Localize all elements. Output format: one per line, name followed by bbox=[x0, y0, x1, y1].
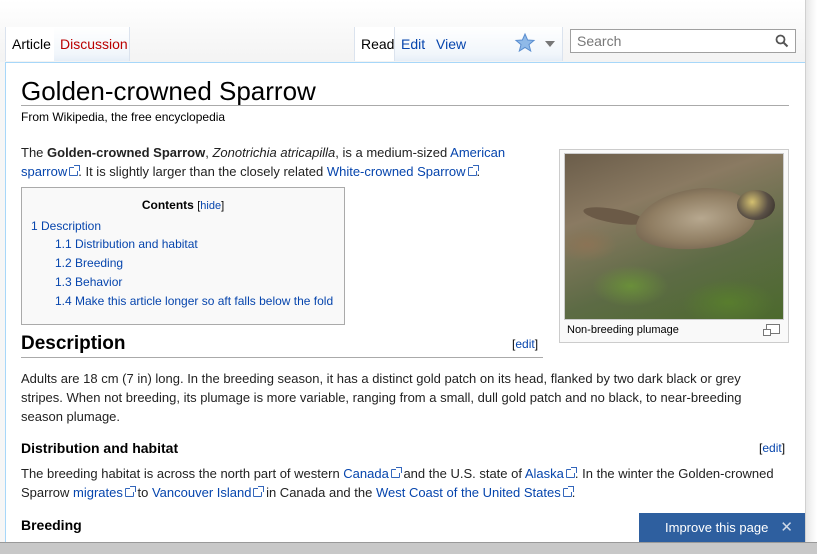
section-heading-distribution: Distribution and habitat bbox=[21, 440, 179, 456]
chevron-down-icon bbox=[545, 41, 555, 47]
edit-bracket: ] bbox=[534, 337, 539, 351]
thumb-caption: Non-breeding plumage bbox=[567, 324, 679, 336]
improve-page-label: Improve this page bbox=[665, 520, 769, 535]
toc-hide-link[interactable]: hide bbox=[200, 200, 221, 212]
status-bar bbox=[0, 542, 817, 554]
tab-read-label: Read bbox=[361, 36, 395, 52]
edit-description: [edit] bbox=[512, 337, 538, 351]
external-link-icon bbox=[565, 467, 577, 478]
search-input[interactable]: Search bbox=[570, 29, 796, 53]
description-text: stripes. When not breeding, its plumage … bbox=[21, 390, 742, 405]
distribution-text: . In the winter the Golden-crowned bbox=[574, 466, 774, 481]
link-canada[interactable]: Canada bbox=[343, 466, 389, 481]
link-alaska[interactable]: Alaska bbox=[525, 466, 564, 481]
bird-head bbox=[737, 190, 775, 220]
scrollbar[interactable] bbox=[805, 0, 817, 554]
distribution-paragraph: The breeding habitat is across the north… bbox=[21, 464, 805, 502]
tab-read[interactable]: Read bbox=[354, 27, 395, 61]
tab-discussion[interactable]: Discussion bbox=[54, 27, 130, 61]
toc-item-description[interactable]: 1 Description bbox=[31, 219, 101, 233]
tab-edit[interactable]: Edit bbox=[395, 27, 431, 61]
toc-item-behavior[interactable]: 1.3 Behavior bbox=[55, 275, 122, 289]
external-link-icon bbox=[467, 165, 479, 176]
toc-item-longer[interactable]: 1.4 Make this article longer so aft fall… bbox=[55, 294, 333, 308]
toc-item-distribution[interactable]: 1.1 Distribution and habitat bbox=[55, 237, 198, 251]
section-heading-description: Description bbox=[21, 333, 126, 354]
article-content: Golden-crowned Sparrow From Wikipedia, t… bbox=[5, 62, 805, 554]
description-paragraph: Adults are 18 cm (7 in) long. In the bre… bbox=[21, 369, 801, 426]
intro-text: . It is slightly larger than the closely… bbox=[78, 164, 327, 179]
section-divider bbox=[21, 357, 543, 358]
external-link-icon bbox=[562, 486, 574, 497]
intro-text: The bbox=[21, 145, 48, 160]
link-west-coast[interactable]: West Coast of the United States bbox=[376, 485, 561, 500]
external-link-icon bbox=[390, 467, 402, 478]
tab-view-history[interactable]: View history bbox=[430, 27, 513, 86]
toc-title: Contents [hide] bbox=[22, 198, 344, 212]
external-link-icon bbox=[253, 486, 265, 497]
thumbnail: Non-breeding plumage bbox=[559, 149, 789, 343]
tab-article-label: Article bbox=[12, 36, 51, 52]
external-link-icon bbox=[124, 486, 136, 497]
title-divider bbox=[21, 105, 789, 106]
tagline: From Wikipedia, the free encyclopedia bbox=[21, 110, 226, 124]
edit-bracket: ] bbox=[781, 441, 786, 455]
star-icon bbox=[514, 32, 536, 53]
section-heading-breeding: Breeding bbox=[21, 517, 82, 533]
distribution-text: The breeding habitat is across the north… bbox=[21, 466, 344, 481]
external-link-icon bbox=[69, 165, 81, 176]
description-text: season plumage. bbox=[21, 409, 121, 424]
table-of-contents: Contents [hide] 1 Description 1.1 Distri… bbox=[21, 187, 345, 325]
tab-article[interactable]: Article bbox=[5, 27, 55, 61]
intro-species: Zonotrichia atricapilla bbox=[212, 145, 336, 160]
intro-bold-name: Golden-crowned Sparrow bbox=[47, 145, 206, 160]
link-american-sparrow[interactable]: sparrow bbox=[21, 164, 67, 179]
description-text: Adults are 18 cm (7 in) long. In the bre… bbox=[21, 371, 741, 386]
edit-distribution-link[interactable]: edit bbox=[762, 441, 781, 455]
link-white-crowned-sparrow[interactable]: White-crowned Sparrow bbox=[327, 164, 466, 179]
link-vancouver-island[interactable]: Vancouver Island bbox=[152, 485, 252, 500]
magnify-icon[interactable] bbox=[763, 324, 780, 336]
close-icon[interactable]: ✕ bbox=[780, 518, 793, 536]
intro-text: , is a medium-sized bbox=[335, 145, 451, 160]
search-icon[interactable] bbox=[775, 34, 789, 48]
toc-item-breeding[interactable]: 1.2 Breeding bbox=[55, 256, 123, 270]
sparrow-image[interactable] bbox=[564, 153, 784, 320]
edit-distribution: [edit] bbox=[759, 441, 785, 455]
toc-bracket: ] bbox=[221, 200, 225, 212]
toc-title-label: Contents bbox=[141, 198, 194, 212]
more-menu-button[interactable] bbox=[538, 27, 563, 61]
improve-page-banner[interactable]: Improve this page ✕ bbox=[639, 513, 805, 543]
edit-description-link[interactable]: edit bbox=[515, 337, 534, 351]
link-american-sparrow[interactable]: American bbox=[450, 145, 505, 160]
bird-body bbox=[632, 182, 758, 256]
distribution-text: Sparrow bbox=[21, 485, 74, 500]
distribution-text: and the U.S. state of bbox=[399, 466, 525, 481]
page-title: Golden-crowned Sparrow bbox=[21, 76, 316, 106]
watch-star-button[interactable] bbox=[512, 27, 539, 61]
tab-discussion-label: Discussion bbox=[60, 36, 128, 52]
link-migrates[interactable]: migrates bbox=[73, 485, 123, 500]
intro-paragraph: The Golden-crowned Sparrow, Zonotrichia … bbox=[21, 143, 521, 181]
tab-edit-label: Edit bbox=[401, 36, 426, 52]
search-placeholder: Search bbox=[577, 33, 622, 49]
distribution-text: to bbox=[133, 485, 152, 500]
distribution-text: in Canada and the bbox=[262, 485, 376, 500]
